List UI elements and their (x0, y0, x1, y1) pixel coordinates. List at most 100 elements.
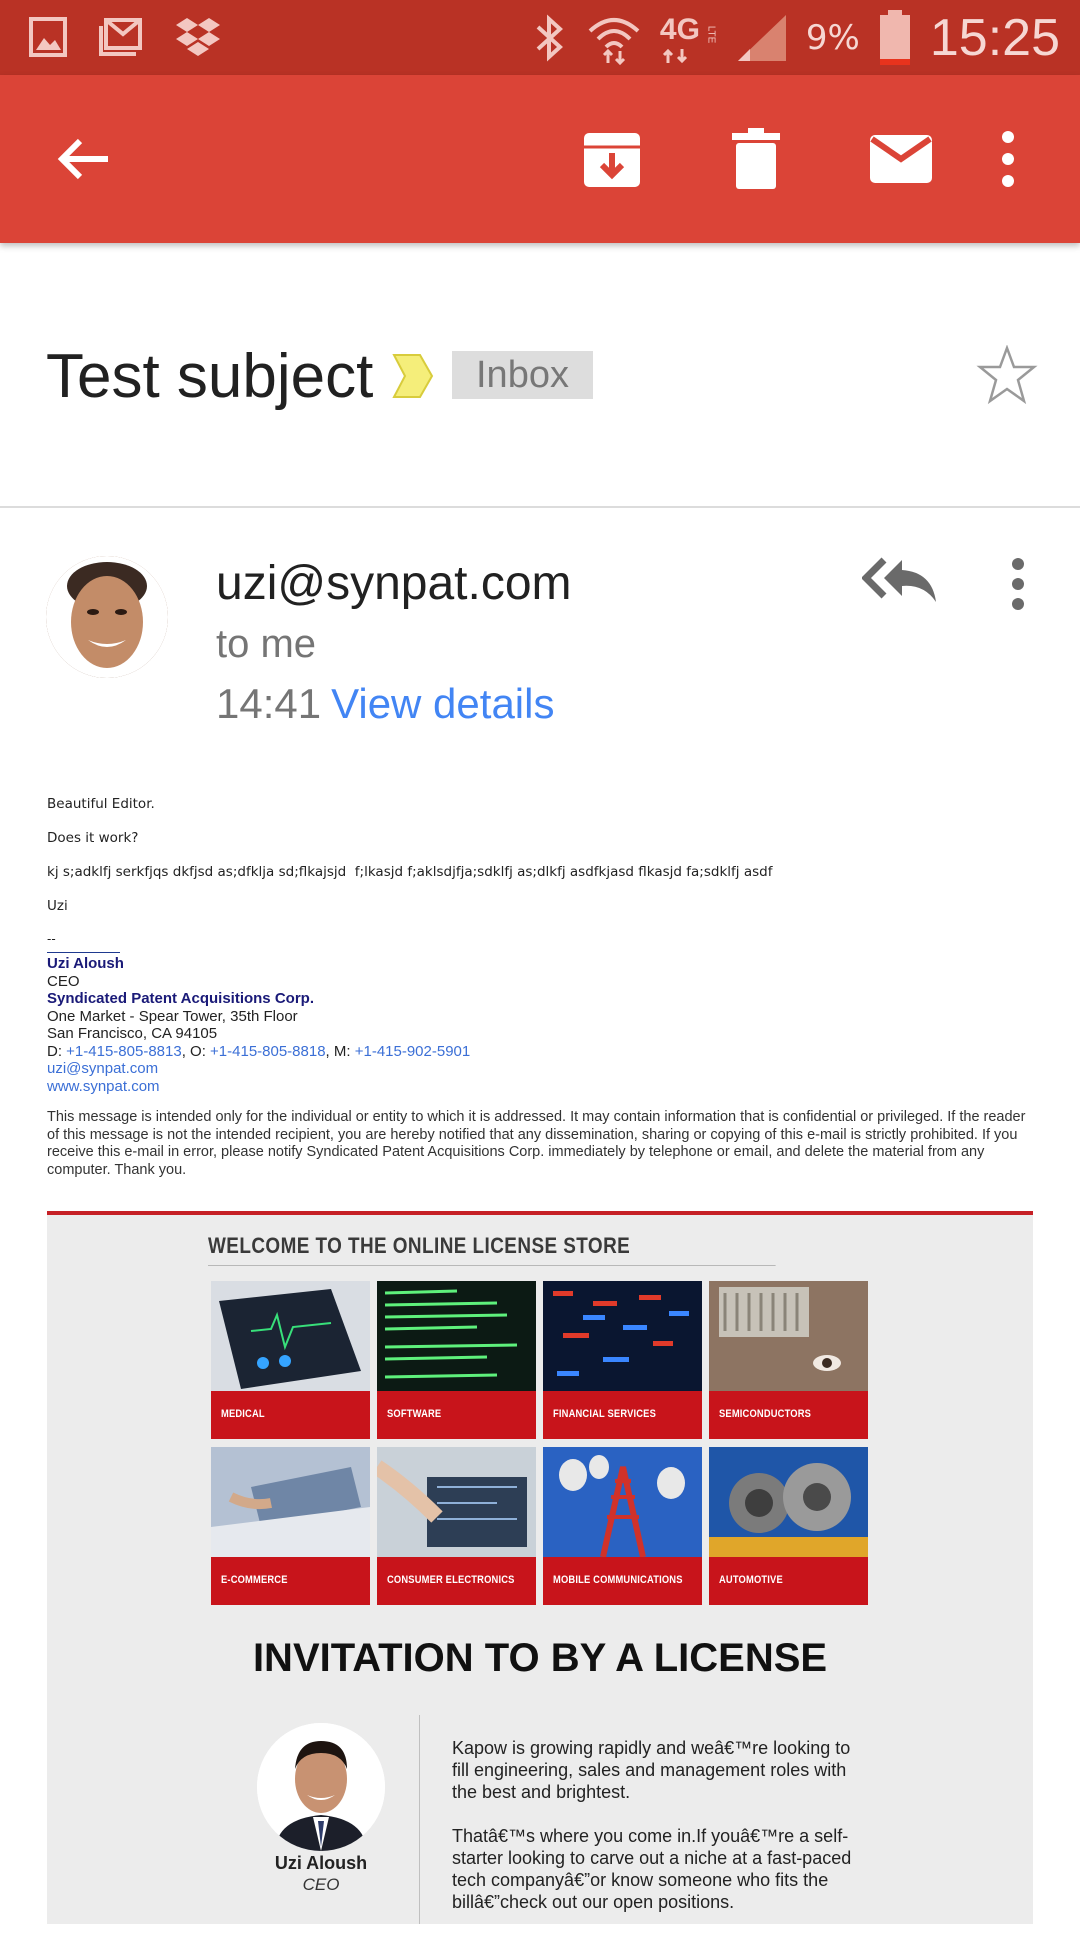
reply-all-icon[interactable] (862, 556, 938, 606)
sender-time-row: 14:41 View details (216, 680, 554, 728)
tile-band: SOFTWARE (377, 1391, 536, 1439)
signature-website-link[interactable]: www.synpat.com (47, 1078, 1037, 1096)
star-icon[interactable] (976, 345, 1038, 405)
message-time: 14:41 (216, 680, 322, 727)
phone-mobile-link[interactable]: +1-415-902-5901 (355, 1043, 471, 1060)
tile-label: E-COMMERCE (221, 1574, 288, 1586)
signature-separator: -- (47, 932, 56, 946)
message-body: Beautiful Editor. Does it work? kj s;adk… (47, 796, 1037, 1179)
battery-icon (879, 9, 910, 65)
tile-automotive[interactable]: AUTOMOTIVE (709, 1447, 868, 1605)
signature-address-1: One Market - Spear Tower, 35th Floor (47, 1007, 298, 1025)
tile-label: AUTOMOTIVE (719, 1574, 783, 1586)
license-store-newsletter: WELCOME TO THE ONLINE LICENSE STORE MEDI… (47, 1211, 1033, 1924)
body-line: Uzi (47, 898, 68, 914)
phone-o-label: , O: (181, 1042, 211, 1060)
newsletter-copy: Kapow is growing rapidly and weâ€™re loo… (452, 1737, 852, 1935)
gearbox-image (709, 1447, 868, 1557)
gmail-notification-icon (99, 18, 142, 56)
message-more-icon[interactable] (1008, 556, 1028, 612)
avatar-face-icon (46, 556, 168, 678)
sender-email: uzi@synpat.com (216, 557, 572, 610)
tile-label: MOBILE COMMUNICATIONS (553, 1574, 683, 1586)
tile-label: FINANCIAL SERVICES (553, 1408, 656, 1420)
phone-office-link[interactable]: +1-415-805-8818 (210, 1043, 326, 1060)
network-sub-label: LTE (705, 25, 717, 43)
archive-icon[interactable] (580, 127, 644, 191)
body-line: kj s;adklfj serkfjqs dkfjsd as;dfklja sd… (47, 864, 773, 880)
code-screen-image (377, 1281, 536, 1391)
app-bar (0, 75, 1080, 243)
signature-name: Uzi Aloush (47, 955, 124, 972)
signature-title: CEO (47, 972, 80, 990)
tile-band: CONSUMER ELECTRONICS (377, 1557, 536, 1605)
recipient-line: to me (216, 622, 317, 666)
cell-tower-image (543, 1447, 702, 1557)
tile-band: AUTOMOTIVE (709, 1557, 868, 1605)
newsletter-paragraph: Thatâ€™s where you come in.If youâ€™re a… (452, 1826, 852, 1912)
signature-address-2: San Francisco, CA 94105 (47, 1025, 218, 1042)
network-type-label: 4G (659, 12, 700, 46)
chip-inspection-image (709, 1281, 868, 1391)
tile-band: MEDICAL (211, 1391, 370, 1439)
network-type: 4G LTE (660, 11, 718, 65)
inbox-label-chip[interactable]: Inbox (452, 351, 593, 399)
sender-avatar[interactable] (46, 556, 168, 678)
tile-financial-services[interactable]: FINANCIAL SERVICES (543, 1281, 702, 1439)
phone-direct-link[interactable]: +1-415-805-8813 (66, 1043, 182, 1060)
ceo-portrait-icon (257, 1723, 385, 1851)
data-arrows-icon (662, 48, 687, 63)
tile-band: FINANCIAL SERVICES (543, 1391, 702, 1439)
tile-band: E-COMMERCE (211, 1557, 370, 1605)
arrow-back-icon[interactable] (52, 127, 116, 191)
tile-mobile-communications[interactable]: MOBILE COMMUNICATIONS (543, 1447, 702, 1605)
tile-band: SEMICONDUCTORS (709, 1391, 868, 1439)
wifi-icon (588, 17, 640, 65)
newsletter-heading: WELCOME TO THE ONLINE LICENSE STORE (208, 1233, 776, 1266)
tile-label: MEDICAL (221, 1408, 265, 1420)
phone-m-label: , M: (325, 1042, 355, 1060)
signal-icon (737, 14, 786, 61)
tile-software[interactable]: SOFTWARE (377, 1281, 536, 1439)
body-line: Beautiful Editor. (47, 796, 155, 812)
battery-percent: 9% (805, 17, 860, 58)
signature-email-link[interactable]: uzi@synpat.com (47, 1060, 1037, 1078)
gallery-icon (29, 17, 67, 57)
ceo-title: CEO (302, 1875, 340, 1894)
tile-consumer-electronics[interactable]: CONSUMER ELECTRONICS (377, 1447, 536, 1605)
signature-rule (47, 952, 120, 953)
dropbox-icon (176, 18, 220, 56)
importance-marker-icon[interactable] (392, 353, 434, 399)
tile-e-commerce[interactable]: E-COMMERCE (211, 1447, 370, 1605)
medical-monitor-image (211, 1281, 370, 1391)
tile-label: SOFTWARE (387, 1408, 442, 1420)
newsletter-title: INVITATION TO BY A LICENSE (252, 1636, 828, 1680)
body-line: Does it work? (47, 830, 139, 846)
more-vert-icon[interactable] (998, 127, 1018, 191)
phone-d-label: D: (47, 1042, 67, 1060)
credit-card-image (211, 1447, 370, 1557)
tile-label: SEMICONDUCTORS (719, 1408, 812, 1420)
signature-block: Uzi Aloush CEO Syndicated Patent Acquisi… (47, 955, 1037, 1095)
ceo-photo (257, 1723, 385, 1851)
subject-title: Test subject (46, 342, 374, 411)
clock: 15:25 (929, 8, 1060, 67)
trash-icon[interactable] (724, 127, 788, 191)
tile-semiconductors[interactable]: SEMICONDUCTORS (709, 1281, 868, 1439)
ceo-name: Uzi Aloush (274, 1853, 368, 1873)
mail-icon[interactable] (868, 127, 934, 191)
newsletter-paragraph: Kapow is growing rapidly and weâ€™re loo… (452, 1738, 851, 1802)
legal-disclaimer: This message is intended only for the in… (47, 1109, 1026, 1178)
bluetooth-icon (536, 13, 563, 62)
tile-band: MOBILE COMMUNICATIONS (543, 1557, 702, 1605)
tile-label: CONSUMER ELECTRONICS (387, 1574, 515, 1586)
status-bar: 4G LTE 9% 15:25 (0, 0, 1080, 75)
view-details-link[interactable]: View details (331, 680, 554, 727)
signature-company: Syndicated Patent Acquisitions Corp. (47, 990, 314, 1007)
subject-header: Test subject Inbox (0, 243, 1080, 508)
stock-board-image (543, 1281, 702, 1391)
column-divider (419, 1715, 420, 1924)
signature-phones: D: +1-415-805-8813, O: +1-415-805-8818, … (47, 1043, 1037, 1061)
tile-medical[interactable]: MEDICAL (211, 1281, 370, 1439)
circuit-board-image (377, 1447, 536, 1557)
